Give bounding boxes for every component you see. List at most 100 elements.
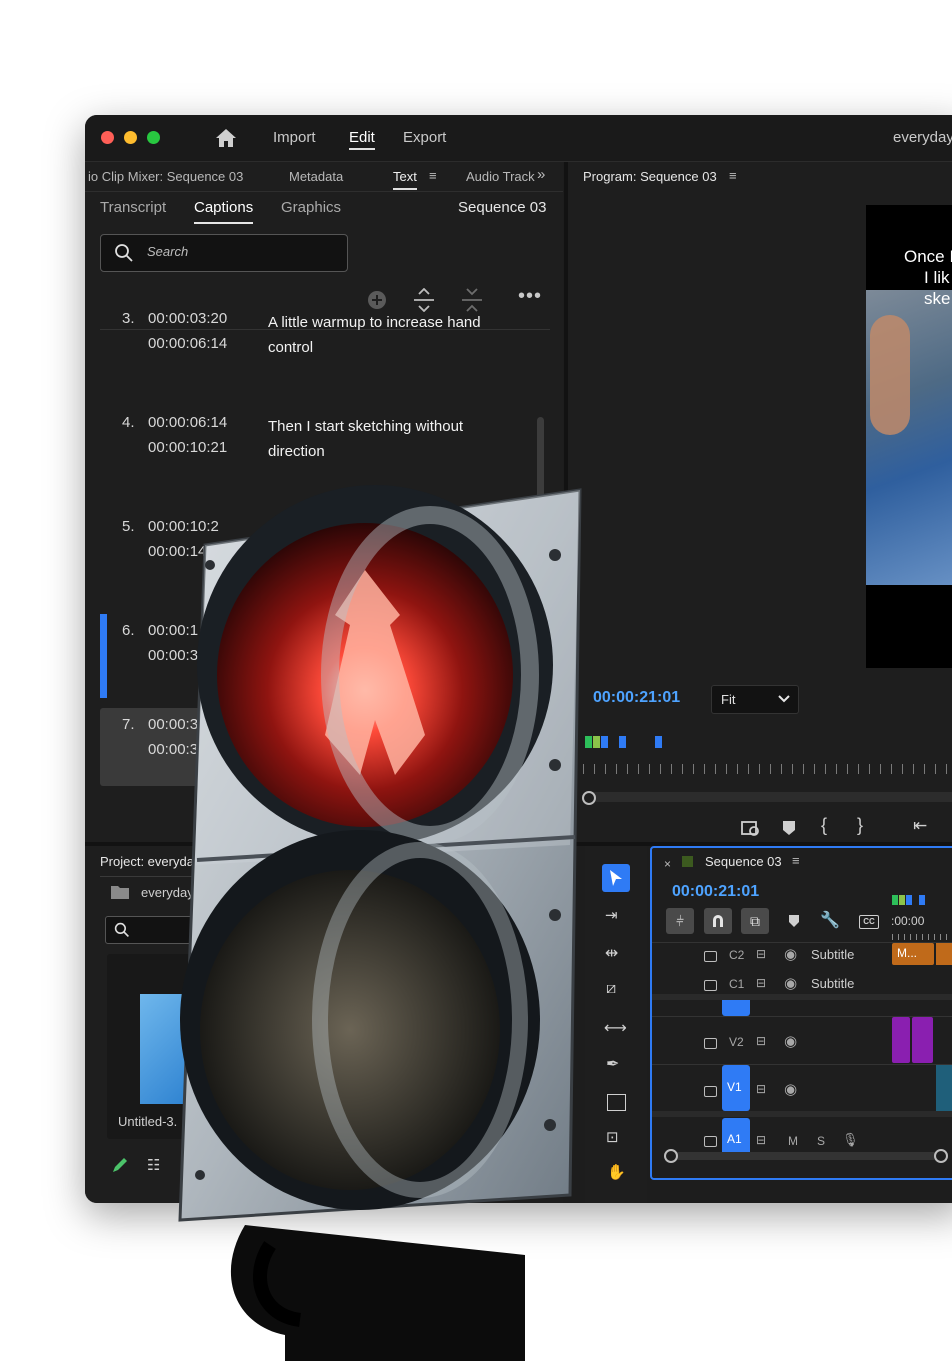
search-input[interactable] — [145, 243, 339, 260]
timeline-panel: × Sequence 03 ≡ 00:00:21:01 ⫩ ⧉ 🔧 CC :00… — [650, 846, 952, 1180]
fit-label: Fit — [721, 692, 736, 707]
mark-out-icon[interactable]: } — [857, 815, 863, 836]
tab-metadata[interactable]: Metadata — [289, 169, 343, 184]
caption-item[interactable]: 4. 00:00:06:14 00:00:10:21 Then I start … — [100, 406, 548, 486]
clip-name: Untitled-3. — [118, 1114, 178, 1129]
video-clip[interactable] — [936, 1065, 952, 1111]
timeline-ruler[interactable] — [892, 934, 952, 940]
timeline-scrollbar[interactable] — [664, 1149, 948, 1163]
track-target-a1[interactable]: A1 — [722, 1118, 750, 1154]
sequence-color-swatch — [682, 856, 693, 867]
video-clip[interactable] — [912, 1017, 933, 1063]
caption-text[interactable]: A little warmup to increase hand control — [268, 310, 508, 360]
program-title[interactable]: Program: Sequence 03 — [583, 169, 717, 184]
search-box[interactable] — [100, 234, 348, 272]
tab-text[interactable]: Text — [393, 169, 417, 190]
caption-number: 7. — [122, 716, 135, 733]
solo-button[interactable]: S — [817, 1134, 825, 1148]
type-tool-icon[interactable]: ⊡ — [606, 1128, 619, 1146]
ripple-edit-icon[interactable]: ⇹ — [605, 943, 618, 963]
time-ruler[interactable] — [583, 764, 952, 776]
mark-in-icon[interactable]: { — [821, 815, 827, 836]
zoom-scrollbar[interactable] — [582, 791, 952, 805]
close-sequence-icon[interactable]: × — [664, 857, 671, 871]
video-caption-line: Once I — [904, 247, 952, 266]
sync-lock-icon[interactable]: ⊟ — [756, 1133, 766, 1147]
tab-audio-track[interactable]: Audio Track — [466, 169, 535, 184]
tab-graphics[interactable]: Graphics — [281, 199, 341, 216]
sync-lock-icon[interactable]: ⊟ — [756, 976, 766, 990]
lock-icon[interactable] — [704, 951, 717, 962]
captions-icon[interactable]: CC — [859, 915, 879, 929]
eye-icon[interactable]: ◉ — [784, 945, 797, 963]
pencil-icon[interactable] — [111, 1156, 129, 1174]
sync-lock-icon[interactable]: ⊟ — [756, 947, 766, 961]
track-select-icon[interactable]: ⇥ — [605, 906, 618, 924]
mute-button[interactable]: M — [788, 1134, 798, 1148]
playhead-marker[interactable] — [655, 736, 662, 748]
video-clip[interactable] — [892, 1017, 910, 1063]
timeline-ruler-label: :00:00 — [891, 914, 925, 928]
marker[interactable] — [619, 736, 626, 748]
close-window-button[interactable] — [101, 131, 114, 144]
sequence-label[interactable]: Sequence 03 — [458, 199, 546, 216]
sync-lock-icon[interactable]: ⊟ — [756, 1034, 766, 1048]
program-monitor: Program: Sequence 03 ≡ Once I I lik ske … — [568, 162, 952, 842]
slip-icon[interactable]: ⟷ — [604, 1018, 627, 1038]
razor-icon[interactable]: ⧄ — [606, 980, 616, 998]
marker-icon[interactable] — [782, 820, 796, 836]
more-tabs-icon[interactable]: » — [537, 166, 545, 183]
caption-clip[interactable]: M... — [892, 943, 934, 965]
marker-icon[interactable] — [788, 914, 800, 928]
hand-icon[interactable]: ✋ — [607, 1163, 626, 1181]
selection-tool[interactable] — [602, 864, 630, 892]
caption-out-time: 00:00:06:14 — [148, 335, 228, 352]
home-icon[interactable] — [215, 128, 237, 148]
fit-dropdown[interactable]: Fit — [711, 685, 799, 714]
lock-icon[interactable] — [704, 1136, 717, 1147]
marker[interactable] — [601, 736, 608, 748]
pen-icon[interactable]: ✒ — [606, 1054, 619, 1074]
export-frame-icon[interactable] — [740, 818, 762, 838]
eye-icon[interactable]: ◉ — [784, 974, 797, 992]
tab-audio-clip-mixer[interactable]: io Clip Mixer: Sequence 03 — [88, 169, 243, 184]
wrench-icon[interactable]: 🔧 — [820, 910, 840, 930]
folder-icon — [111, 886, 129, 899]
menu-import[interactable]: Import — [273, 129, 316, 146]
timeline-timecode[interactable]: 00:00:21:01 — [672, 883, 759, 901]
lock-icon[interactable] — [704, 1086, 717, 1097]
zoom-window-button[interactable] — [147, 131, 160, 144]
minimize-window-button[interactable] — [124, 131, 137, 144]
panel-menu-icon[interactable]: ≡ — [792, 853, 800, 868]
caption-clip[interactable] — [936, 943, 952, 965]
sync-lock-icon[interactable]: ⊟ — [756, 1082, 766, 1096]
snap-button[interactable] — [704, 908, 732, 934]
linked-selection-button[interactable]: ⧉ — [741, 908, 769, 934]
menu-export[interactable]: Export — [403, 129, 446, 146]
eye-icon[interactable]: ◉ — [784, 1080, 797, 1098]
marker[interactable] — [593, 736, 600, 748]
microphone-icon[interactable]: 🎙 — [842, 1132, 859, 1148]
lock-icon[interactable] — [704, 1038, 717, 1049]
track-target[interactable] — [722, 1000, 750, 1016]
rectangle-icon[interactable] — [607, 1094, 626, 1111]
marker[interactable] — [585, 736, 592, 748]
caption-item[interactable]: 3. 00:00:03:20 00:00:06:14 A little warm… — [100, 302, 548, 382]
panel-menu-icon[interactable]: ≡ — [429, 168, 437, 183]
marker — [906, 895, 912, 905]
tab-captions[interactable]: Captions — [194, 199, 254, 224]
go-to-in-icon[interactable]: ⇤ — [913, 816, 927, 836]
panel-menu-icon[interactable]: ≡ — [729, 168, 737, 183]
menu-edit[interactable]: Edit — [349, 129, 375, 150]
track-target-v1[interactable]: V1 — [722, 1065, 750, 1111]
list-view-icon[interactable]: ☷ — [147, 1156, 160, 1174]
caption-text[interactable]: Then I start sketching without direction — [268, 414, 508, 464]
tab-transcript[interactable]: Transcript — [100, 199, 166, 216]
video-frame[interactable]: Once I I lik ske — [866, 205, 952, 668]
sequence-title[interactable]: Sequence 03 — [705, 854, 782, 869]
lock-icon[interactable] — [704, 980, 717, 991]
program-timecode[interactable]: 00:00:21:01 — [593, 689, 680, 707]
insert-sequence-button[interactable]: ⫩ — [666, 908, 694, 934]
eye-icon[interactable]: ◉ — [784, 1032, 797, 1050]
divider — [85, 191, 563, 192]
